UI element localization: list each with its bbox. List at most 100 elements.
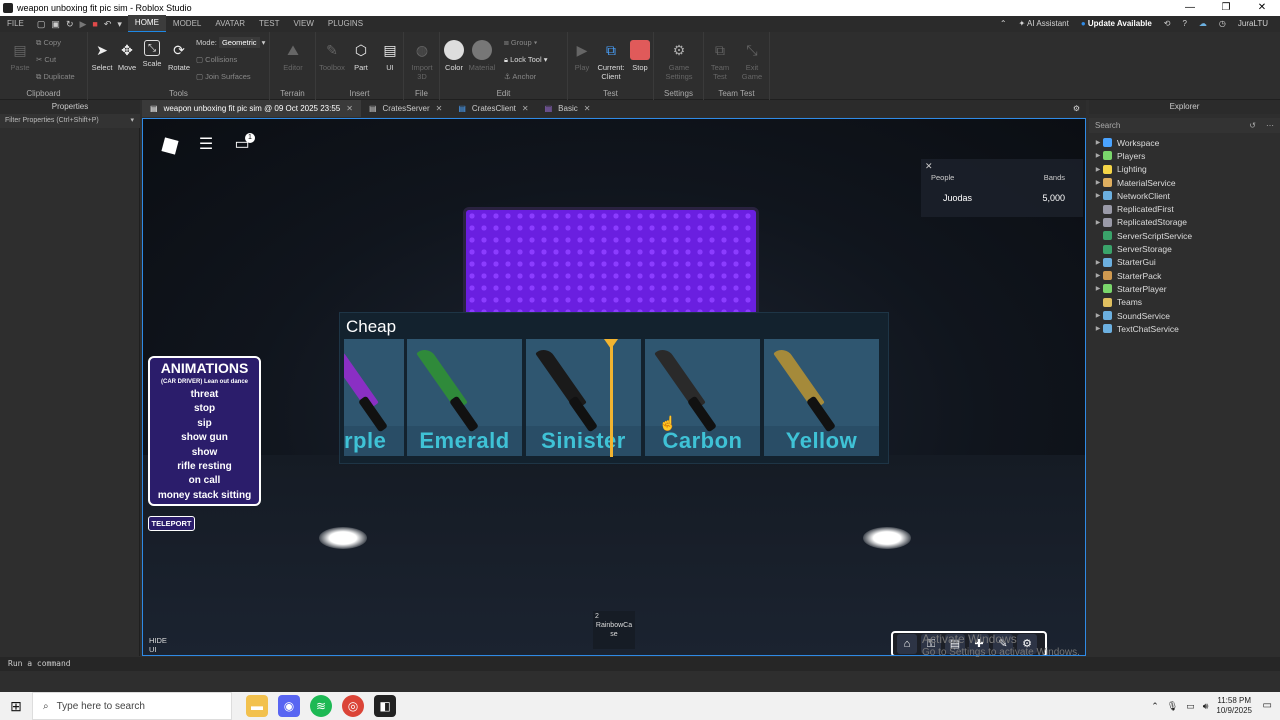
viewport-settings-icon[interactable]: ⚙ <box>1073 100 1086 117</box>
case-inventory-slot[interactable]: 2 RainbowCase <box>593 611 635 649</box>
explorer-item[interactable]: ▶ NetworkClient <box>1089 189 1192 202</box>
expand-arrow-icon[interactable]: ▶ <box>1093 192 1103 199</box>
scale-tool[interactable]: ⤡ Scale <box>138 40 166 68</box>
hide-ui-button[interactable]: HIDE UI <box>149 636 167 654</box>
collapse-ribbon-icon[interactable]: ⌃ <box>1000 16 1007 32</box>
redo-icon[interactable]: ↻ <box>66 19 74 30</box>
explorer-item[interactable]: ▶ MaterialService <box>1089 176 1192 189</box>
save-icon[interactable]: ▣ <box>51 19 60 30</box>
animation-item[interactable]: on call <box>150 474 259 488</box>
stop-button[interactable]: Stop <box>626 40 654 72</box>
expand-arrow-icon[interactable]: ▶ <box>1093 179 1103 186</box>
mode-select[interactable]: Mode: Geometric ▾ <box>196 37 265 48</box>
expand-arrow-icon[interactable]: ▶ <box>1093 219 1103 226</box>
user-name[interactable]: JuraLTU <box>1238 16 1268 32</box>
discord-icon[interactable]: ◉ <box>278 695 300 717</box>
notifications-icon[interactable]: ◷ <box>1219 16 1226 32</box>
new-file-icon[interactable]: ▢ <box>37 19 46 30</box>
collisions-toggle[interactable]: ▢ Collisions <box>196 55 237 64</box>
ai-assistant-button[interactable]: ✦ AI Assistant <box>1019 16 1069 32</box>
team-test-button[interactable]: ⧉ Team Test <box>706 40 734 82</box>
tab-test[interactable]: TEST <box>252 16 286 32</box>
notification-center-icon[interactable]: ▭ <box>1263 700 1272 711</box>
select-tool[interactable]: ➤ Select <box>88 40 116 73</box>
network-icon[interactable]: ▭ <box>1186 701 1195 712</box>
stop-icon[interactable]: ■ <box>92 19 97 30</box>
taskbar-search[interactable]: ⌕ Type here to search <box>32 692 232 720</box>
share-icon[interactable]: ⟲ <box>1164 16 1171 32</box>
animation-item[interactable]: sip <box>150 417 259 431</box>
close-tab-icon[interactable]: ✕ <box>346 100 353 117</box>
animation-item[interactable]: stop <box>150 402 259 416</box>
import3d-button[interactable]: ◍ Import 3D <box>408 40 436 82</box>
anchor-button[interactable]: ⚓︎ Anchor <box>504 72 536 81</box>
roblox-menu-icon[interactable] <box>159 133 181 155</box>
explorer-item[interactable]: ServerScriptService <box>1089 229 1192 242</box>
close-tab-icon[interactable]: ✕ <box>436 100 443 117</box>
move-tool[interactable]: ✥ Move <box>113 40 141 73</box>
minimize-button[interactable]: — <box>1172 0 1208 16</box>
cloud-icon[interactable]: ☁ <box>1199 16 1207 32</box>
tab-cratesserver[interactable]: ▤ CratesServer ✕ <box>361 100 450 117</box>
file-explorer-icon[interactable]: ▬ <box>246 695 268 717</box>
expand-arrow-icon[interactable]: ▶ <box>1093 259 1103 266</box>
tab-view[interactable]: VIEW <box>286 16 320 32</box>
teleport-button[interactable]: TELEPORT <box>148 516 195 531</box>
tab-avatar[interactable]: AVATAR <box>208 16 252 32</box>
ui-button[interactable]: ▤ UI <box>376 40 404 73</box>
game-viewport[interactable]: ☰ ▭ 1 ✕ People Bands Juodas 5,000 Cheap rpl… <box>142 118 1086 656</box>
hamburger-icon[interactable]: ☰ <box>195 133 217 155</box>
animation-item[interactable]: money stack sitting <box>150 489 259 503</box>
help-icon[interactable]: ? <box>1182 16 1186 32</box>
expand-arrow-icon[interactable]: ▶ <box>1093 312 1103 319</box>
explorer-item[interactable]: ▶ ReplicatedStorage <box>1089 216 1192 229</box>
tab-cratesclient[interactable]: ▤ CratesClient ✕ <box>450 100 536 117</box>
material-button[interactable]: Material <box>468 40 496 72</box>
explorer-item[interactable]: ▶ StarterGui <box>1089 256 1192 269</box>
duplicate-button[interactable]: ⧉ Duplicate <box>36 72 75 82</box>
clock[interactable]: 11:58 PM 10/9/2025 <box>1216 696 1252 716</box>
lock-tool-button[interactable]: 🔒︎ Lock Tool ▾ <box>504 55 548 65</box>
volume-icon[interactable]: 🔊︎ <box>1203 701 1209 712</box>
play-button[interactable]: ▶ Play <box>568 40 596 73</box>
group-button[interactable]: ⧈ Group ▾ <box>504 38 537 48</box>
paste-button[interactable]: ▤ Paste <box>6 40 34 73</box>
explorer-item[interactable]: ▶ Players <box>1089 149 1192 162</box>
undo-icon[interactable]: ↶ <box>104 19 112 30</box>
close-tab-icon[interactable]: ✕ <box>522 100 529 117</box>
properties-filter[interactable]: Filter Properties (Ctrl+Shift+P) ▾ <box>0 114 140 128</box>
dropdown-icon[interactable]: ▾ <box>117 19 122 30</box>
tab-model[interactable]: MODEL <box>166 16 208 32</box>
close-tab-icon[interactable]: ✕ <box>584 100 591 117</box>
shop-icon[interactable]: ⌂ <box>897 634 917 654</box>
animation-item[interactable]: show gun <box>150 431 259 445</box>
expand-arrow-icon[interactable]: ▶ <box>1093 325 1103 332</box>
expand-arrow-icon[interactable]: ▶ <box>1093 152 1103 159</box>
copy-button[interactable]: ⧉ Copy <box>36 38 61 48</box>
join-surfaces-toggle[interactable]: ▢ Join Surfaces <box>196 72 251 81</box>
leaderboard-row[interactable]: Juodas 5,000 <box>943 193 1065 203</box>
explorer-item[interactable]: ▶ StarterPack <box>1089 269 1192 282</box>
close-icon[interactable]: ✕ <box>925 161 933 172</box>
expand-arrow-icon[interactable]: ▶ <box>1093 139 1103 146</box>
tab-plugins[interactable]: PLUGINS <box>321 16 370 32</box>
play-icon[interactable]: ▶ <box>79 19 86 30</box>
close-button[interactable]: ✕ <box>1244 0 1280 16</box>
explorer-item[interactable]: ReplicatedFirst <box>1089 202 1192 215</box>
mic-icon[interactable]: 🎙︎ <box>1167 701 1178 712</box>
rotate-tool[interactable]: ⟳ Rotate <box>165 40 193 73</box>
terrain-editor-button[interactable]: ⛰ Editor <box>279 40 307 73</box>
explorer-item[interactable]: ▶ StarterPlayer <box>1089 282 1192 295</box>
expand-arrow-icon[interactable]: ▶ <box>1093 166 1103 173</box>
exit-game-button[interactable]: ⤡ Exit Game <box>738 40 766 82</box>
game-settings-button[interactable]: ⚙ Game Settings <box>665 40 693 82</box>
animation-item[interactable]: (CAR DRIVER) Lean out dance <box>150 376 259 388</box>
menu-file[interactable]: FILE <box>0 16 31 32</box>
explorer-item[interactable]: ▶ SoundService <box>1089 309 1192 322</box>
toolbox-button[interactable]: ✎ Toolbox <box>318 40 346 73</box>
explorer-search[interactable]: Search ↺ ⋯ <box>1089 118 1280 133</box>
tab-basic[interactable]: ▤ Basic ✕ <box>537 100 599 117</box>
roblox-studio-taskbar-icon[interactable]: ◧ <box>374 695 396 717</box>
maximize-button[interactable]: ❐ <box>1208 0 1244 16</box>
color-button[interactable]: Color <box>440 40 468 72</box>
